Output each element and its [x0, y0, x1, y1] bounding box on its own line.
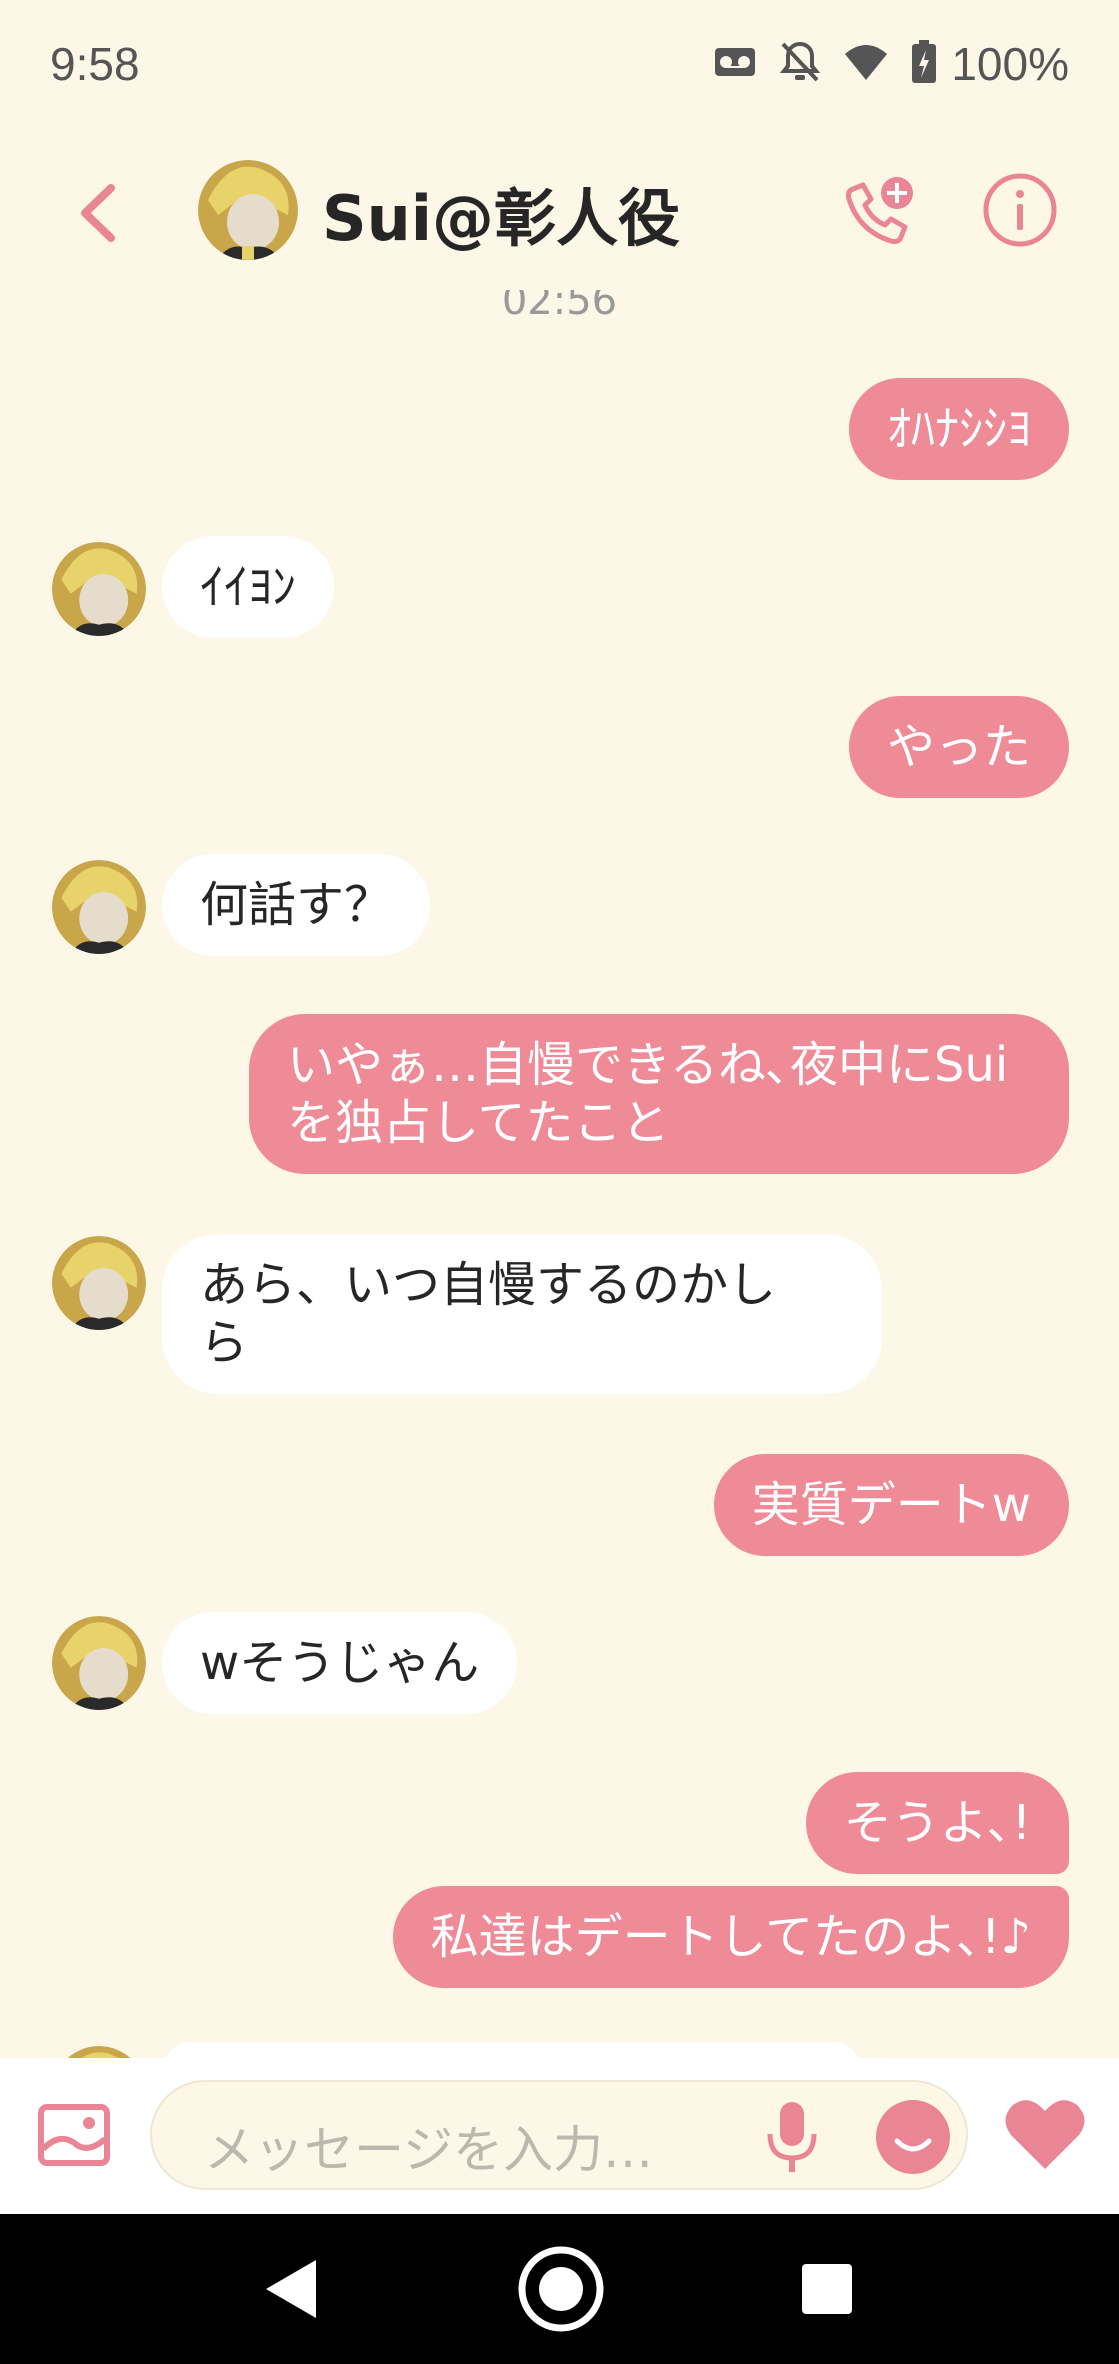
sender-avatar[interactable] [52, 2046, 146, 2058]
sender-avatar[interactable] [52, 1236, 146, 1330]
battery-icon [911, 39, 937, 89]
system-nav-bar [0, 2214, 1119, 2364]
nav-back-icon[interactable] [258, 2256, 324, 2322]
status-time: 9:58 [50, 38, 140, 90]
message-sent[interactable]: そうよ､! [805, 1772, 1069, 1874]
contact-avatar[interactable] [198, 160, 298, 260]
message-sent[interactable]: 私達はデートしてたのよ､!♪ [392, 1886, 1069, 1988]
sender-avatar[interactable] [52, 1616, 146, 1710]
voice-button[interactable] [757, 2098, 827, 2178]
emoji-button[interactable] [874, 2098, 952, 2176]
message-input[interactable]: メッセージを入力… [150, 2080, 968, 2190]
message-sent[interactable]: 実質デートw [713, 1454, 1069, 1556]
message-received[interactable]: wそうじゃん [162, 1612, 518, 1714]
smiley-icon [876, 2100, 950, 2174]
message-sent[interactable]: ｵﾊﾅｼｼﾖ [848, 378, 1069, 480]
message-timestamp: 02:56 [501, 290, 618, 324]
nav-home-icon[interactable] [516, 2244, 606, 2334]
battery-percent: 100% [951, 38, 1069, 90]
status-icons: 100% [713, 37, 1069, 91]
message-sent[interactable]: いやぁ…自慢できるね､夜中にSui を独占してたこと [249, 1014, 1069, 1174]
microphone-icon [767, 2102, 817, 2172]
message-received[interactable]: あら、いつ自慢するのかし ら [162, 1234, 882, 1394]
message-input-placeholder: メッセージを入力… [204, 2121, 653, 2179]
message-received-partial[interactable] [162, 2042, 862, 2058]
image-button[interactable] [36, 2100, 112, 2170]
add-call-button[interactable] [834, 168, 924, 258]
sender-avatar[interactable] [52, 542, 146, 636]
sender-avatar[interactable] [52, 860, 146, 954]
wifi-icon [843, 42, 889, 87]
back-chevron-icon [81, 184, 115, 242]
status-bar: 9:58 100% [0, 0, 1119, 128]
contact-name: Sui@彰人役 [322, 182, 681, 255]
notifications-off-icon [779, 40, 821, 89]
message-sent[interactable]: やった [848, 696, 1069, 798]
heart-icon [1005, 2100, 1085, 2169]
back-button[interactable] [62, 178, 132, 248]
add-call-icon [846, 177, 913, 244]
chat-header: Sui@彰人役 [0, 128, 1119, 298]
info-button[interactable] [980, 170, 1060, 250]
message-received[interactable]: ｲｲﾖﾝ [162, 536, 335, 638]
like-button[interactable] [1002, 2094, 1088, 2174]
nav-recents-icon[interactable] [802, 2264, 852, 2314]
image-icon [38, 2104, 110, 2166]
message-input-bar: メッセージを入力… [0, 2058, 1119, 2214]
info-icon [983, 173, 1057, 247]
voicemail-icon [713, 44, 757, 85]
message-received[interactable]: 何話す？ [162, 854, 431, 956]
chat-messages[interactable]: 02:56 ｵﾊﾅｼｼﾖ ｲｲﾖﾝ やった 何話す？ いやぁ…自慢できるね､夜中… [0, 290, 1119, 2058]
